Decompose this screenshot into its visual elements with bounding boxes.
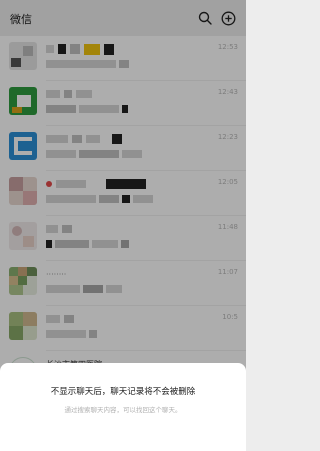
hide-chat-hint: 通过搜索聊天内容，可以找回这个聊天。 <box>64 406 182 414</box>
hide-chat-confirm-option[interactable]: 不显示聊天后，聊天记录将不会被删除 <box>0 385 246 397</box>
hide-chat-action-sheet: 不显示聊天后，聊天记录将不会被删除 通过搜索聊天内容，可以找回这个聊天。 <box>0 363 246 451</box>
wechat-chat-list-screen: 微信 12:53 12:43 12:23 12:05 11:48 ·······… <box>0 0 246 451</box>
